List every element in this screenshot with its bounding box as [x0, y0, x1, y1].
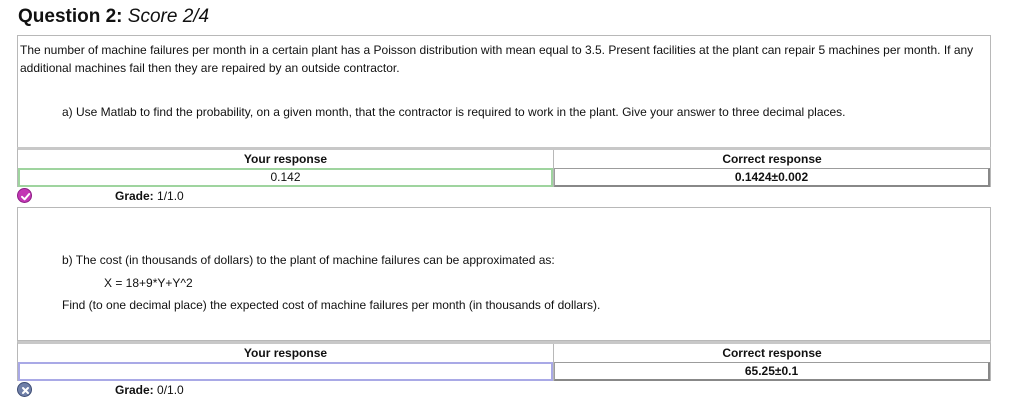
- grade-value-b: 0/1.0: [157, 383, 184, 397]
- correct-response-value-a: 0.1424±0.002: [554, 168, 990, 187]
- correct-response-header: Correct response: [722, 152, 822, 166]
- question-score: Score 2/4: [127, 6, 210, 27]
- part-a-prompt: a) Use Matlab to find the probability, o…: [62, 105, 846, 119]
- your-response-header: Your response: [243, 152, 328, 166]
- grade-label-b: Grade: 0/1.0: [115, 383, 184, 397]
- response-table-a: Your response 0.142 Correct response 0.1…: [17, 147, 991, 187]
- correct-response-column-a: Correct response 0.1424±0.002: [554, 150, 990, 187]
- your-response-header: Your response: [243, 346, 328, 360]
- your-response-column-b: Your response: [18, 344, 554, 381]
- correct-response-value-b: 65.25±0.1: [554, 362, 990, 381]
- part-b-find: Find (to one decimal place) the expected…: [62, 298, 601, 312]
- your-response-column-a: Your response 0.142: [18, 150, 554, 187]
- correct-response-header: Correct response: [722, 346, 822, 360]
- check-circle-icon: [17, 188, 32, 203]
- grade-label-a: Grade: 1/1.0: [115, 189, 184, 203]
- part-b-prompt: b) The cost (in thousands of dollars) to…: [62, 253, 555, 267]
- your-response-field-b[interactable]: [18, 362, 553, 381]
- x-circle-icon: [17, 382, 32, 397]
- correct-response-column-b: Correct response 65.25±0.1: [554, 344, 990, 381]
- question-text-box-b: b) The cost (in thousands of dollars) to…: [17, 207, 991, 341]
- part-b-formula: X = 18+9*Y+Y^2: [104, 276, 193, 290]
- question-text-box-a: The number of machine failures per month…: [17, 35, 991, 148]
- question-title: Question 2: Score 2/4: [18, 6, 209, 28]
- grade-value-a: 1/1.0: [157, 189, 184, 203]
- your-response-field-a[interactable]: 0.142: [18, 168, 553, 187]
- question-number: Question 2:: [18, 6, 123, 27]
- question-intro: The number of machine failures per month…: [20, 43, 974, 75]
- response-table-b: Your response Correct response 65.25±0.1: [17, 341, 991, 381]
